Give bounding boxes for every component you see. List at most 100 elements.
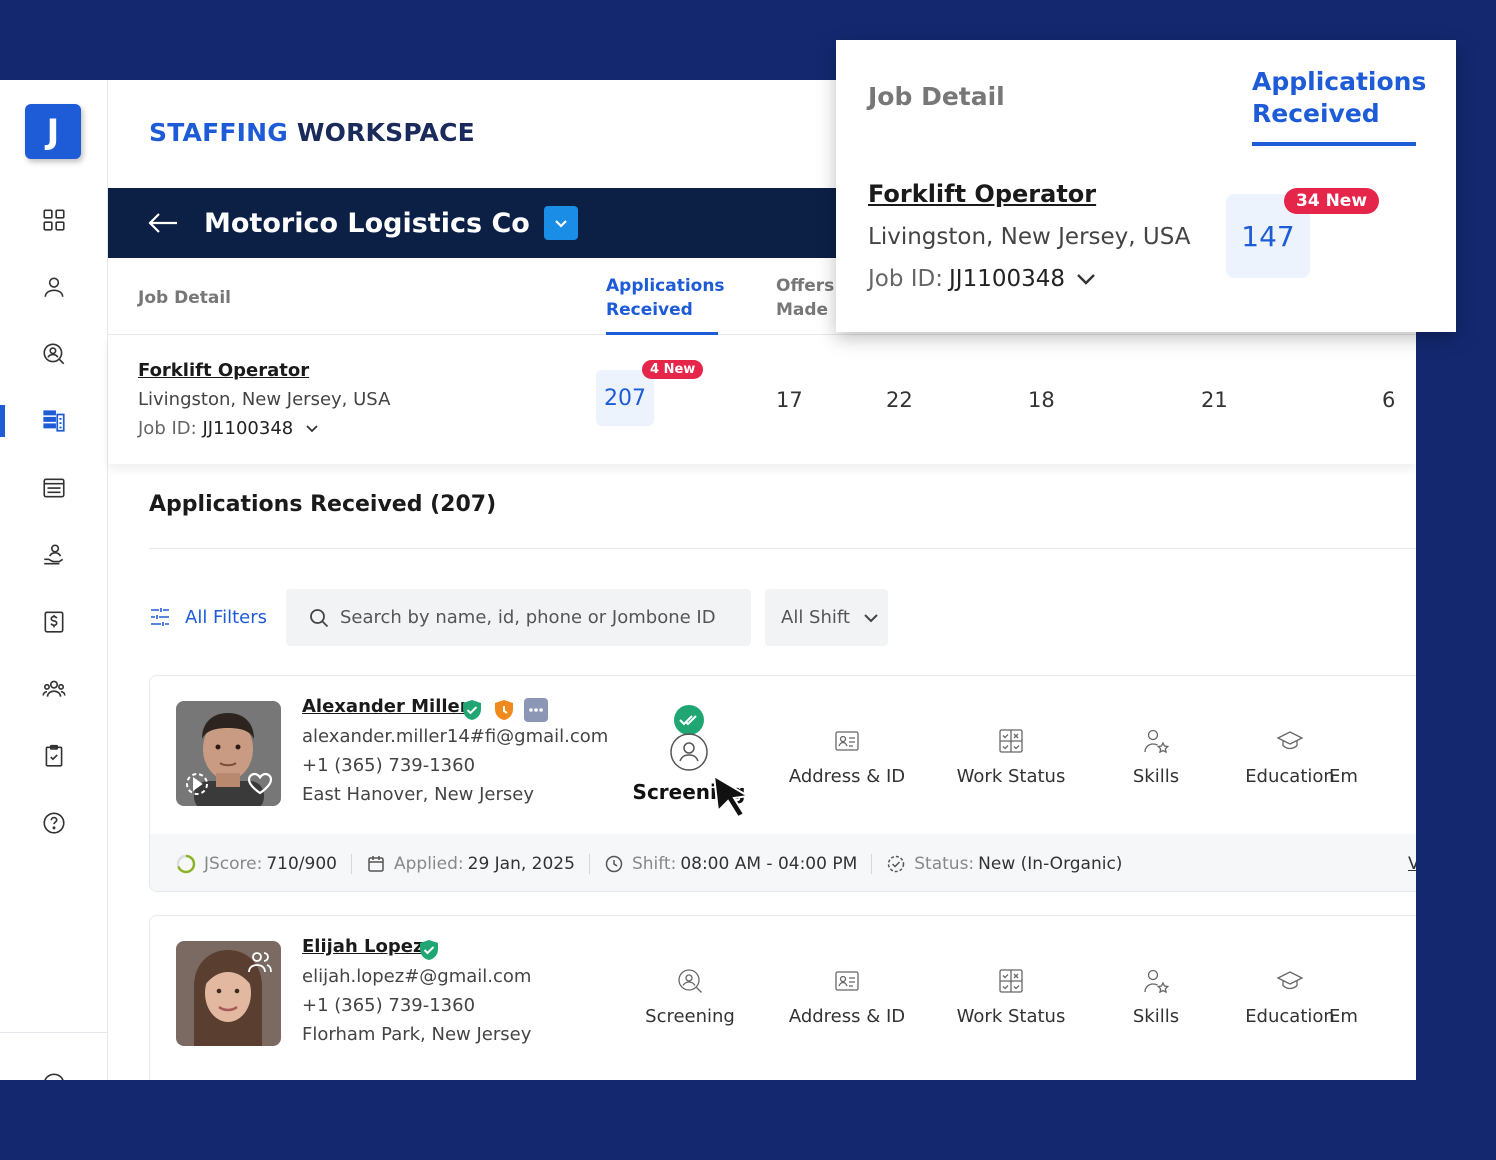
- nav-help[interactable]: [0, 801, 108, 845]
- more-badges-icon[interactable]: [524, 698, 548, 722]
- jscore-label: JScore:: [204, 853, 263, 874]
- shift-clock-badge-icon: [492, 698, 516, 722]
- nav-jobs[interactable]: [0, 399, 108, 443]
- id-card-icon: [835, 971, 859, 991]
- status-check-icon: [888, 855, 905, 872]
- popover-applications-line1: Applications: [1252, 67, 1427, 96]
- all-filters-label: All Filters: [185, 606, 267, 628]
- stat-col-3[interactable]: 22: [886, 388, 913, 412]
- applied-value: 29 Jan, 2025: [467, 853, 575, 874]
- step-address-id[interactable]: Address & ID: [772, 726, 922, 787]
- nav-schedule[interactable]: [0, 466, 108, 510]
- nav-search-candidates[interactable]: [0, 332, 108, 376]
- footer-separator: [588, 853, 590, 874]
- step-address-id[interactable]: Address & ID: [772, 966, 922, 1027]
- step-employment-label: Em: [1329, 766, 1358, 787]
- job-detail-zoom-popover: Job Detail Applications Received Forklif…: [836, 40, 1456, 332]
- nav-settings[interactable]: [0, 1062, 108, 1080]
- step-skills[interactable]: Skills: [1081, 726, 1231, 787]
- stat-col-4[interactable]: 18: [1028, 388, 1055, 412]
- work-status-grid-icon: [999, 729, 1023, 753]
- mouse-cursor-icon: [712, 774, 751, 818]
- popover-job-id[interactable]: Job ID: JJ1100348: [868, 266, 1097, 292]
- shift-select[interactable]: All Shift: [765, 589, 888, 646]
- step-work-status[interactable]: Work Status: [936, 966, 1086, 1027]
- status-value: New (In-Organic): [978, 853, 1123, 874]
- nav-placements[interactable]: [0, 533, 108, 577]
- video-play-icon[interactable]: [184, 771, 210, 797]
- sidebar-divider: [0, 1032, 108, 1033]
- jscore: JScore: 710/900: [176, 854, 337, 874]
- verified-shield-icon: [417, 938, 441, 962]
- avatar[interactable]: [176, 701, 281, 806]
- app-logo[interactable]: J: [25, 104, 81, 159]
- clock-icon: [605, 855, 623, 872]
- col-offers-line1: Offers: [776, 276, 835, 296]
- step-work-status-label: Work Status: [956, 766, 1066, 787]
- section-title: Applications Received (207): [149, 492, 497, 517]
- nav-payments[interactable]: [0, 600, 108, 644]
- step-address-label: Address & ID: [788, 1006, 906, 1027]
- job-location: Livingston, New Jersey, USA: [138, 389, 391, 410]
- view-more-link[interactable]: V: [1408, 854, 1416, 874]
- clipboard-check-icon: [45, 744, 63, 767]
- graduation-cap-icon: [1276, 731, 1304, 750]
- user-icon: [44, 277, 64, 297]
- popover-tab-applications-received[interactable]: Applications Received: [1252, 66, 1426, 130]
- avatar[interactable]: [176, 941, 281, 1046]
- search-input[interactable]: Search by name, id, phone or Jombone ID: [286, 589, 751, 646]
- search-icon: [310, 608, 329, 627]
- candidate-phone: +1 (365) 739-1360: [302, 995, 476, 1016]
- nav-dashboard[interactable]: [0, 198, 108, 242]
- popover-job-detail-heading: Job Detail: [868, 82, 1005, 111]
- id-card-icon: [835, 731, 859, 751]
- user-star-icon: [1144, 729, 1170, 754]
- step-skills[interactable]: Skills: [1081, 966, 1231, 1027]
- dollar-icon: [44, 611, 64, 633]
- col-applications-line1: Applications: [606, 276, 725, 296]
- candidate-card[interactable]: Elijah Lopez elijah.lopez#@gmail.com +1 …: [149, 915, 1416, 1080]
- job-id[interactable]: Job ID: JJ1100348: [138, 418, 319, 439]
- all-filters-button[interactable]: All Filters: [149, 606, 267, 628]
- step-screening[interactable]: Screening: [615, 966, 765, 1027]
- candidate-name-link[interactable]: Elijah Lopez: [302, 936, 423, 957]
- tab-applications-received[interactable]: Applications Received: [606, 274, 725, 322]
- heart-icon[interactable]: [247, 772, 273, 796]
- back-arrow-icon[interactable]: [148, 212, 178, 234]
- nav-team[interactable]: [0, 667, 108, 711]
- candidate-email: alexander.miller14#fi@gmail.com: [302, 726, 609, 747]
- job-title-link[interactable]: Forklift Operator: [138, 360, 309, 381]
- chevron-down-icon: [1077, 274, 1095, 285]
- search-placeholder: Search by name, id, phone or Jombone ID: [340, 607, 716, 628]
- candidate-card[interactable]: Alexander Miller alexander.miller14#fi@g…: [149, 675, 1416, 892]
- stat-col-5[interactable]: 21: [1201, 388, 1228, 412]
- help-icon: [43, 812, 65, 834]
- stat-offers-made[interactable]: 17: [776, 388, 803, 412]
- popover-new-badge: 34 New: [1284, 188, 1380, 214]
- calendar-icon: [368, 855, 384, 872]
- work-status-grid-icon: [999, 969, 1023, 993]
- step-employment[interactable]: Em: [1329, 766, 1389, 787]
- jscore-value: 710/900: [266, 853, 337, 874]
- step-work-status[interactable]: Work Status: [936, 726, 1086, 787]
- candidate-phone: +1 (365) 739-1360: [302, 755, 476, 776]
- stat-col-6[interactable]: 6: [1382, 388, 1395, 412]
- candidate-name-link[interactable]: Alexander Miller: [302, 696, 469, 717]
- col-applications-line2: Received: [606, 300, 693, 320]
- job-summary-row: Forklift Operator Livingston, New Jersey…: [108, 336, 1416, 464]
- applications-count[interactable]: 207: [596, 370, 654, 426]
- job-id-value: JJ1100348: [202, 418, 294, 439]
- popover-job-title-link[interactable]: Forklift Operator: [868, 180, 1096, 208]
- tab-offers-made[interactable]: Offers Made: [776, 274, 834, 322]
- nav-tasks[interactable]: [0, 734, 108, 778]
- company-dropdown-button[interactable]: [543, 206, 578, 240]
- candidate-email: elijah.lopez#@gmail.com: [302, 966, 532, 987]
- job-id-label: Job ID:: [138, 418, 197, 439]
- footer-separator: [871, 853, 873, 874]
- popover-job-location: Livingston, New Jersey, USA: [868, 224, 1191, 250]
- step-employment[interactable]: Em: [1329, 1006, 1389, 1027]
- section-divider: [149, 548, 1416, 549]
- nav-profile[interactable]: [0, 265, 108, 309]
- browser-list-icon: [43, 478, 65, 498]
- users-icon: [42, 680, 66, 697]
